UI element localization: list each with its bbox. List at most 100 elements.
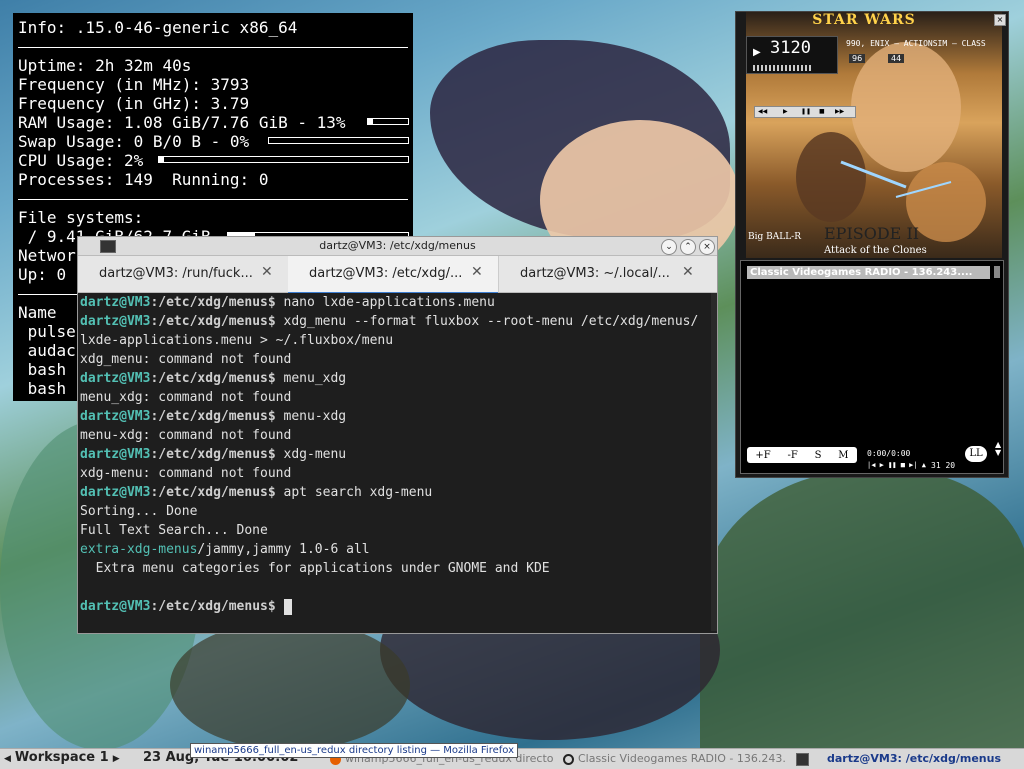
previous-icon[interactable]: ◀◀ [758, 108, 767, 115]
terminal-line: dartz@VM3:/etc/xdg/menus$ menu_xdg [80, 369, 715, 388]
frequency-mhz-text: Frequency (in MHz): 3793 [18, 75, 250, 94]
close-tab-icon[interactable]: ✕ [682, 264, 694, 280]
terminal-line: dartz@VM3:/etc/xdg/menus$ apt search xdg… [80, 483, 715, 502]
terminal-scrollbar[interactable] [711, 293, 717, 631]
art-subtitle: Attack of the Clones [824, 245, 927, 256]
tab-bar[interactable]: dartz@VM3: /run/fuck... ✕ dartz@VM3: /et… [78, 256, 717, 294]
playlist-editor[interactable]: Classic Videogames RADIO - 136.243.... +… [740, 260, 1004, 474]
workspace-label: Workspace 1 [14, 750, 109, 765]
play-icon[interactable]: ▶ [783, 108, 788, 115]
prompt-path: :/etc/xdg/menus$ [150, 295, 284, 310]
package-info: /jammy,jammy 1.0-6 all [197, 542, 370, 557]
khz-display: 44 [888, 54, 905, 63]
prompt-path: :/etc/xdg/menus$ [150, 371, 284, 386]
ram-usage-text: RAM Usage: 1.08 GiB/7.76 GiB - 13% [18, 113, 346, 132]
star-wars-logo: STAR WARS [812, 12, 916, 28]
playback-time: 3120 [770, 38, 811, 58]
terminal-line: Sorting... Done [80, 504, 198, 519]
ram-usage-bar [367, 118, 409, 125]
winamp-player[interactable]: STAR WARS × ▶ 3120 990, ENIX — ACTIONSIM… [735, 11, 1009, 478]
swap-usage-text: Swap Usage: 0 B/0 B - 0% [18, 132, 250, 151]
terminal-line: Extra menu categories for applications u… [80, 561, 550, 576]
tab-etc-xdg[interactable]: dartz@VM3: /etc/xdg/... ✕ [288, 256, 498, 294]
workspace-arrow-icon[interactable]: ◀ [4, 754, 11, 764]
info-text: Info: .15.0-46-generic x86_64 [18, 18, 298, 37]
playlist-time: 0:00/0:00 [867, 449, 911, 458]
close-button[interactable]: × [994, 14, 1006, 26]
mini-time: 31 20 [931, 461, 956, 470]
taskbar-item-winamp[interactable]: Classic Videogames RADIO - 136.243. [563, 749, 788, 768]
command-text: nano lxde-applications.menu [283, 295, 495, 310]
prompt-path: :/etc/xdg/menus$ [150, 314, 284, 329]
misc-button[interactable]: M [838, 450, 848, 461]
terminal-line: menu-xdg: command not found [80, 428, 292, 443]
terminal-line: dartz@VM3:/etc/xdg/menus$ xdg-menu [80, 445, 715, 464]
prompt-path: :/etc/xdg/menus$ [150, 599, 284, 614]
select-button[interactable]: S [815, 450, 822, 461]
add-file-button[interactable]: +F [755, 450, 770, 461]
process-name: audac [18, 341, 76, 360]
terminal-output[interactable]: dartz@VM3:/etc/xdg/menus$ nano lxde-appl… [78, 293, 717, 631]
tooltip: winamp5666_full_en-us_redux directory li… [190, 743, 519, 758]
tab-local[interactable]: dartz@VM3: ~/.local/... ✕ [498, 256, 709, 292]
playlist-item[interactable]: Classic Videogames RADIO - 136.243.... [747, 266, 990, 279]
pause-icon[interactable]: ❚❚ [801, 108, 811, 115]
swap-usage-bar [268, 137, 409, 144]
minimize-button[interactable]: ⌄ [661, 239, 677, 255]
frequency-ghz-text: Frequency (in GHz): 3.79 [18, 94, 250, 113]
workspace-switcher[interactable]: ◀ Workspace 1 ▶ [4, 750, 124, 765]
winamp-icon [563, 753, 574, 765]
terminal-line: Full Text Search... Done [80, 523, 268, 538]
command-text: menu-xdg [283, 409, 347, 424]
command-text: apt search xdg-menu [283, 485, 433, 500]
process-name: bash [18, 360, 67, 379]
stop-icon[interactable]: ■ [819, 108, 825, 115]
playlist-scrollbar[interactable] [994, 266, 1000, 278]
terminal-window[interactable]: dartz@VM3: /etc/xdg/menus ⌄ ⌃ × dartz@VM… [77, 236, 718, 634]
tab-label: dartz@VM3: /run/fuck... [99, 266, 253, 281]
prompt-path: :/etc/xdg/menus$ [150, 447, 284, 462]
terminal-line: xdg-menu: command not found [80, 466, 292, 481]
close-tab-icon[interactable]: ✕ [261, 264, 273, 280]
playlist-buttons[interactable]: +F -F S M [747, 447, 857, 463]
prompt-user: dartz@VM3 [80, 295, 151, 310]
transport-controls[interactable]: ◀◀ ▶ ❚❚ ■ ▶▶ [754, 106, 856, 118]
tab-run[interactable]: dartz@VM3: /run/fuck... ✕ [78, 256, 288, 292]
workspace-arrow-icon[interactable]: ▶ [113, 754, 120, 764]
processes-text: Processes: 149 Running: 0 [18, 170, 269, 189]
terminal-line: dartz@VM3:/etc/xdg/menus$ [80, 597, 715, 616]
terminal-line: extra-xdg-menus/jammy,jammy 1.0-6 all [80, 540, 715, 559]
close-tab-icon[interactable]: ✕ [471, 264, 483, 280]
taskbar-item-terminal[interactable]: dartz@VM3: /etc/xdg/menus [796, 749, 1022, 768]
window-title: dartz@VM3: /etc/xdg/menus [319, 239, 476, 252]
prompt-path: :/etc/xdg/menus$ [150, 409, 284, 424]
kbps-display: 96 [849, 54, 866, 63]
prompt-user: dartz@VM3 [80, 485, 151, 500]
remove-file-button[interactable]: -F [788, 450, 798, 461]
command-text: xdg-menu [283, 447, 347, 462]
terminal-line: xdg_menu: command not found [80, 352, 292, 367]
close-button[interactable]: × [699, 239, 715, 255]
terminal-line: dartz@VM3:/etc/xdg/menus$ nano lxde-appl… [80, 293, 715, 312]
uptime-text: Uptime: 2h 32m 40s [18, 56, 192, 75]
prompt-user: dartz@VM3 [80, 599, 151, 614]
prompt-user: dartz@VM3 [80, 409, 151, 424]
process-name: pulse [18, 322, 76, 341]
play-indicator-icon: ▶ [753, 47, 761, 58]
prompt-user: dartz@VM3 [80, 314, 151, 329]
command-text: xdg_menu --format fluxbox --root-menu /e… [283, 314, 699, 329]
next-icon[interactable]: ▶▶ [835, 108, 844, 115]
up-text: Up: 0 [18, 265, 67, 284]
network-text: Networ [18, 246, 76, 265]
title-bar[interactable]: dartz@VM3: /etc/xdg/menus ⌄ ⌃ × [78, 237, 717, 256]
task-label: dartz@VM3: /etc/xdg/menus [827, 752, 1001, 765]
mini-transport-controls[interactable]: |◀ ▶ ❚❚ ■ ▶| ▲ [867, 461, 926, 469]
scroll-arrows-icon[interactable]: ▲ ▼ [995, 441, 1001, 457]
tab-label: dartz@VM3: ~/.local/... [520, 266, 670, 281]
list-button[interactable]: LL [965, 446, 987, 462]
art-episode-title: EPISODE II [824, 224, 920, 243]
visualizer [753, 65, 813, 71]
maximize-button[interactable]: ⌃ [680, 239, 696, 255]
divider [18, 47, 408, 48]
